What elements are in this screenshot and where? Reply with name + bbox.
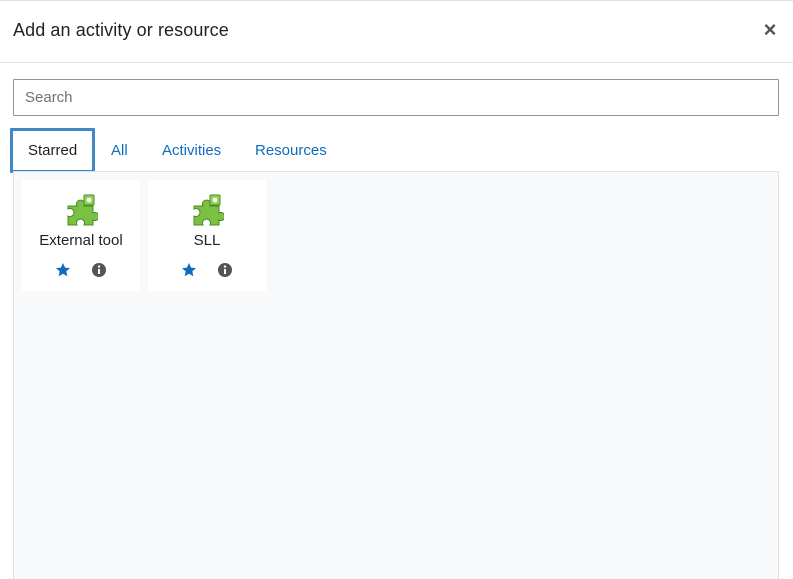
search-input[interactable] (13, 79, 779, 116)
info-icon[interactable] (91, 262, 107, 278)
modal-title: Add an activity or resource (13, 20, 229, 40)
chooser-tabs: Starred All Activities Resources (10, 128, 779, 173)
star-icon[interactable] (181, 262, 197, 278)
activity-chooser-modal: Add an activity or resource × Starred Al… (0, 0, 793, 579)
tab-activities[interactable]: Activities (162, 130, 221, 172)
modal-header: Add an activity or resource × (0, 1, 793, 63)
starred-content-area: External tool SLL (13, 171, 779, 579)
tab-all[interactable]: All (111, 130, 128, 172)
activity-card-sll[interactable]: SLL (148, 180, 266, 291)
info-icon[interactable] (217, 262, 233, 278)
close-button[interactable]: × (761, 18, 779, 42)
card-name: External tool (39, 232, 123, 249)
activity-card-external-tool[interactable]: External tool (22, 180, 140, 291)
card-name: SLL (193, 232, 221, 249)
puzzle-piece-icon (193, 194, 224, 226)
tab-resources[interactable]: Resources (255, 130, 327, 172)
star-icon[interactable] (55, 262, 71, 278)
puzzle-piece-icon (67, 194, 98, 226)
tab-starred[interactable]: Starred (10, 128, 96, 173)
